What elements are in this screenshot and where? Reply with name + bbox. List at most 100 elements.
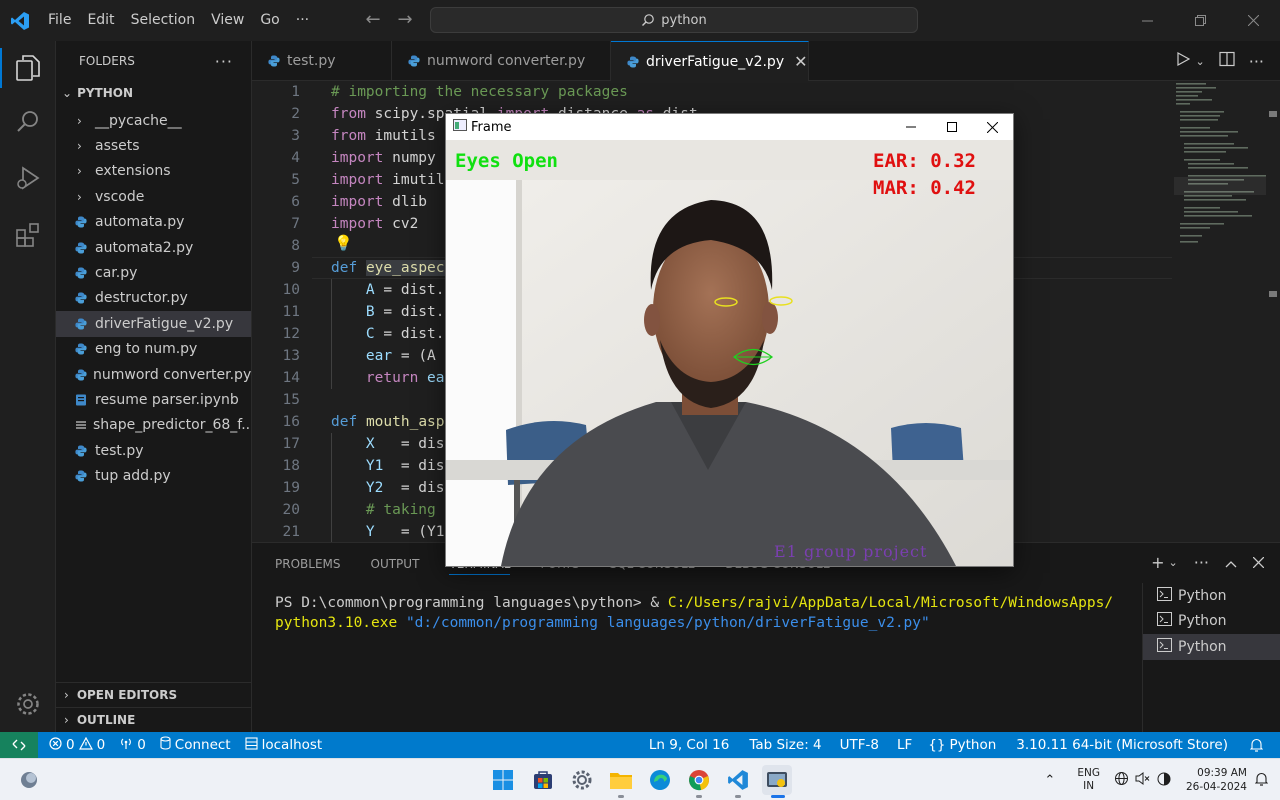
- panel-tab-problems[interactable]: PROBLEMS: [275, 557, 341, 575]
- tab-size[interactable]: Tab Size: 4: [742, 737, 828, 753]
- file-item[interactable]: numword converter.py: [56, 362, 251, 387]
- settings-app-icon[interactable]: [567, 765, 597, 795]
- editor-tab[interactable]: numword converter.py: [392, 41, 611, 81]
- clock[interactable]: 09:39 AM 26-04-2024: [1186, 766, 1247, 794]
- outline-section[interactable]: › OUTLINE: [56, 707, 252, 732]
- restore-button[interactable]: [1174, 0, 1227, 41]
- menu-item-selection[interactable]: Selection: [123, 0, 204, 41]
- file-item[interactable]: destructor.py: [56, 286, 251, 311]
- speaker-muted-icon[interactable]: [1135, 771, 1150, 789]
- notifications-bell-icon[interactable]: [1243, 738, 1270, 752]
- new-terminal-icon[interactable]: +: [1151, 553, 1164, 572]
- folder-item[interactable]: › __pycache__: [56, 108, 251, 133]
- file-item[interactable]: shape_predictor_68_f...: [56, 413, 251, 438]
- ports-status[interactable]: 0: [112, 737, 153, 754]
- cursor-position[interactable]: Ln 9, Col 16: [642, 737, 736, 753]
- chrome-browser-icon[interactable]: [684, 765, 714, 795]
- chevron-down-icon[interactable]: ⌄: [1169, 556, 1178, 569]
- problems-status[interactable]: 0 0: [42, 736, 112, 754]
- file-item[interactable]: car.py: [56, 260, 251, 285]
- code-token: return: [365, 370, 419, 386]
- more-actions-icon[interactable]: ···: [215, 52, 233, 71]
- input-language[interactable]: ENG IN: [1077, 767, 1100, 793]
- code-text: import cv2: [331, 213, 418, 235]
- close-button[interactable]: [1227, 0, 1280, 41]
- edge-browser-icon[interactable]: [645, 765, 675, 795]
- widgets-icon[interactable]: [14, 765, 44, 795]
- frame-title-bar[interactable]: Frame: [446, 114, 1013, 140]
- more-actions-icon[interactable]: ···: [1194, 553, 1209, 572]
- host-status[interactable]: localhost: [238, 736, 330, 754]
- frame-maximize-button[interactable]: [931, 114, 972, 140]
- line-number: 6: [291, 194, 300, 210]
- menu-item-file[interactable]: File: [40, 0, 79, 41]
- minimap[interactable]: [1174, 81, 1266, 261]
- command-center-search[interactable]: python: [430, 7, 918, 33]
- run-python-file-icon[interactable]: [1176, 51, 1190, 70]
- connect-status[interactable]: Connect: [153, 736, 238, 754]
- open-editors-section[interactable]: › OPEN EDITORS: [56, 682, 252, 707]
- maximize-panel-icon[interactable]: [1225, 553, 1237, 572]
- split-editor-icon[interactable]: [1219, 51, 1235, 71]
- file-item[interactable]: resume parser.ipynb: [56, 387, 251, 412]
- terminal-instance[interactable]: Python: [1143, 634, 1280, 660]
- folder-item[interactable]: › vscode: [56, 184, 251, 209]
- explorer-icon[interactable]: [12, 52, 44, 84]
- chevron-up-icon[interactable]: ⌃: [1044, 773, 1055, 788]
- code-text: from imutils: [331, 125, 436, 147]
- tree-item-label: eng to num.py: [95, 341, 198, 358]
- file-item[interactable]: test.py: [56, 438, 251, 463]
- opencv-frame-window[interactable]: Frame Eyes Open EAR: 0.32 MAR: 0.42 E1 g…: [445, 113, 1014, 567]
- file-item[interactable]: tup add.py: [56, 463, 251, 488]
- encoding[interactable]: UTF-8: [833, 737, 886, 753]
- forward-arrow-icon[interactable]: →: [394, 9, 416, 31]
- code-text: Y1 = dis: [331, 455, 445, 477]
- editor-tab[interactable]: driverFatigue_v2.py ✕: [611, 41, 809, 81]
- frame-minimize-button[interactable]: [890, 114, 931, 140]
- remote-indicator-icon[interactable]: [0, 732, 38, 758]
- language-mode[interactable]: {} Python: [921, 737, 1003, 753]
- store-icon[interactable]: [528, 765, 558, 795]
- terminal-instance[interactable]: Python: [1143, 583, 1280, 609]
- frame-close-button[interactable]: [972, 114, 1013, 140]
- terminal-instance[interactable]: Python: [1143, 609, 1280, 635]
- editor-scrollbar[interactable]: [1266, 81, 1280, 542]
- menu-more-button[interactable]: ···: [288, 0, 317, 41]
- python-frame-app-icon[interactable]: [762, 765, 792, 795]
- code-token: def: [331, 260, 358, 276]
- close-panel-icon[interactable]: [1252, 553, 1265, 572]
- settings-gear-icon[interactable]: [12, 688, 44, 720]
- start-windows-icon[interactable]: [488, 765, 518, 795]
- terminal-output[interactable]: PS D:\common\programming languages\pytho…: [275, 593, 1120, 633]
- file-item[interactable]: automata2.py: [56, 235, 251, 260]
- menu-item-view[interactable]: View: [203, 0, 252, 41]
- back-arrow-icon[interactable]: ←: [362, 9, 384, 31]
- more-actions-icon[interactable]: ···: [1249, 52, 1264, 71]
- minimize-button[interactable]: [1121, 0, 1174, 41]
- workspace-root[interactable]: ⌄ PYTHON: [56, 81, 251, 105]
- folder-item[interactable]: › assets: [56, 133, 251, 158]
- globe-network-icon[interactable]: [1114, 771, 1129, 789]
- menu-bar: File Edit Selection View Go ···: [40, 0, 317, 41]
- menu-item-edit[interactable]: Edit: [79, 0, 122, 41]
- file-explorer-icon[interactable]: [606, 765, 636, 795]
- battery-icon[interactable]: [1156, 771, 1172, 789]
- lightbulb-icon[interactable]: 💡: [334, 234, 353, 252]
- file-item[interactable]: driverFatigue_v2.py: [56, 311, 251, 337]
- panel-tab-output[interactable]: OUTPUT: [371, 557, 420, 575]
- run-debug-icon[interactable]: [12, 162, 44, 194]
- file-item[interactable]: automata.py: [56, 210, 251, 235]
- chevron-down-icon[interactable]: ⌄: [1196, 55, 1205, 68]
- search-activity-icon[interactable]: [12, 106, 44, 138]
- python-interpreter[interactable]: 3.10.11 64-bit (Microsoft Store): [1009, 737, 1235, 753]
- line-number: 10: [282, 282, 300, 298]
- close-tab-icon[interactable]: ✕: [794, 52, 807, 71]
- menu-item-go[interactable]: Go: [252, 0, 287, 41]
- notification-center-icon[interactable]: [1254, 772, 1269, 789]
- folder-item[interactable]: › extensions: [56, 159, 251, 184]
- end-of-line[interactable]: LF: [890, 737, 919, 753]
- extensions-icon[interactable]: [12, 219, 44, 251]
- vscode-taskbar-icon[interactable]: [723, 765, 753, 795]
- file-item[interactable]: eng to num.py: [56, 337, 251, 362]
- editor-tab[interactable]: test.py: [252, 41, 392, 81]
